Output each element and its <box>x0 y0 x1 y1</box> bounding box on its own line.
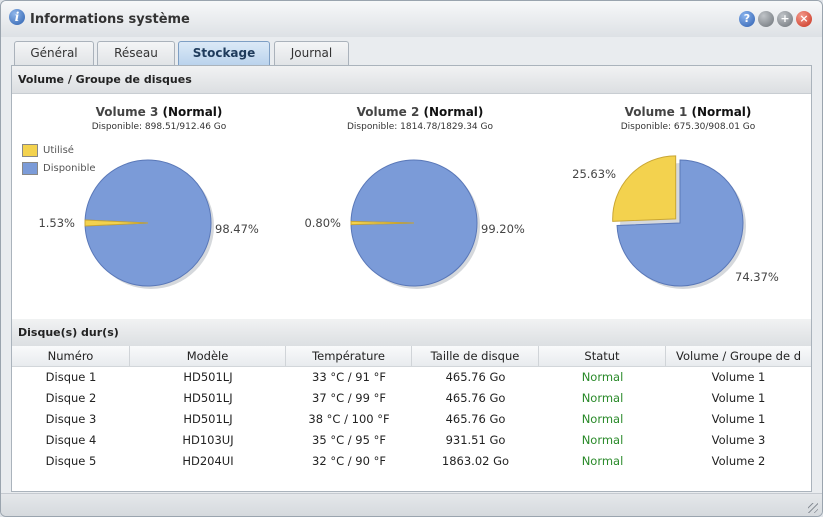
pie-label-used: 25.63% <box>572 167 616 181</box>
window-title: Informations système <box>30 12 190 27</box>
col-volume[interactable]: Volume / Groupe de d <box>666 346 811 366</box>
tab-log[interactable]: Journal <box>274 41 349 65</box>
table-cell: Disque 3 <box>45 412 97 426</box>
table-cell: 33 °C / 91 °F <box>312 370 386 384</box>
table-cell: HD501LJ <box>183 370 233 384</box>
pie-slice-used <box>612 155 677 222</box>
table-cell: Normal <box>581 412 624 426</box>
table-cell: HD501LJ <box>183 391 233 405</box>
table-header: Numéro Modèle Température Taille de disq… <box>12 346 811 367</box>
tab-general[interactable]: Général <box>14 41 94 65</box>
table-cell: 38 °C / 100 °F <box>308 412 390 426</box>
table-row[interactable]: Disque 2 HD501LJ 37 °C / 99 °F 465.76 Go Nor… <box>12 388 811 409</box>
status-bar <box>1 493 822 516</box>
info-icon: i <box>9 9 25 25</box>
table-cell: 1863.02 Go <box>441 454 510 468</box>
table-cell: 931.51 Go <box>445 433 506 447</box>
table-cell: Volume 1 <box>711 412 766 426</box>
table-cell: Disque 1 <box>45 370 97 384</box>
disks-section-header: Disque(s) dur(s) <box>12 319 811 347</box>
table-cell: Volume 3 <box>711 433 766 447</box>
pie-label-available: 74.37% <box>735 270 779 284</box>
table-row[interactable]: Disque 3 HD501LJ 38 °C / 100 °F 465.76 Go No… <box>12 409 811 430</box>
col-model[interactable]: Modèle <box>130 346 286 366</box>
table-cell: Disque 4 <box>45 433 97 447</box>
table-row[interactable]: Disque 4 HD103UJ 35 °C / 95 °F 931.51 Go Nor… <box>12 430 811 451</box>
table-cell: 465.76 Go <box>445 370 506 384</box>
table-cell: HD103UJ <box>182 433 234 447</box>
close-button[interactable]: × <box>796 11 812 27</box>
storage-panel: Volume / Groupe de disques Volume 3 (Nor… <box>11 65 812 492</box>
table-cell: 35 °C / 95 °F <box>312 433 386 447</box>
table-cell: 37 °C / 99 °F <box>312 391 386 405</box>
maximize-button[interactable]: + <box>777 11 793 27</box>
table-cell: Normal <box>581 370 624 384</box>
pie-label-used: 1.53% <box>38 216 75 230</box>
table-cell: Normal <box>581 454 624 468</box>
col-size[interactable]: Taille de disque <box>412 346 539 366</box>
table-cell: Normal <box>581 391 624 405</box>
system-info-window: i Informations système ? + × Général Rés… <box>0 0 823 517</box>
table-row[interactable]: Disque 5 HD204UI 32 °C / 90 °F 1863.02 Go No… <box>12 451 811 472</box>
table-cell: 32 °C / 90 °F <box>312 454 386 468</box>
table-row[interactable]: Disque 1 HD501LJ 33 °C / 91 °F 465.76 Go Nor… <box>12 367 811 388</box>
table-cell: HD501LJ <box>183 412 233 426</box>
resize-grip-icon[interactable] <box>808 503 818 513</box>
table-cell: Normal <box>581 433 624 447</box>
tab-storage[interactable]: Stockage <box>178 41 270 66</box>
pie-label-available: 98.47% <box>215 222 259 236</box>
table-cell: 465.76 Go <box>445 391 506 405</box>
help-button[interactable]: ? <box>739 11 755 27</box>
pie-label-used: 0.80% <box>304 216 341 230</box>
table-cell: Disque 5 <box>45 454 97 468</box>
volume-charts: Volume 3 (Normal) Disponible: 898.51/912… <box>12 95 811 318</box>
table-cell: HD204UI <box>182 454 234 468</box>
minimize-button[interactable] <box>758 11 774 27</box>
table-cell: Disque 2 <box>45 391 97 405</box>
volumes-section-header: Volume / Groupe de disques <box>12 66 811 94</box>
col-number[interactable]: Numéro <box>12 346 130 366</box>
table-cell: Volume 2 <box>711 454 766 468</box>
table-cell: 465.76 Go <box>445 412 506 426</box>
table-cell: Volume 1 <box>711 370 766 384</box>
col-status[interactable]: Statut <box>539 346 666 366</box>
tab-network[interactable]: Réseau <box>97 41 175 65</box>
pie-label-available: 99.20% <box>481 222 525 236</box>
table-cell: Volume 1 <box>711 391 766 405</box>
col-temperature[interactable]: Température <box>286 346 412 366</box>
title-bar[interactable]: i Informations système ? + × <box>1 1 822 37</box>
pie-charts: 1.53% 98.47% 0.80% 99.20% 25.63% 74.37% <box>38 155 779 289</box>
